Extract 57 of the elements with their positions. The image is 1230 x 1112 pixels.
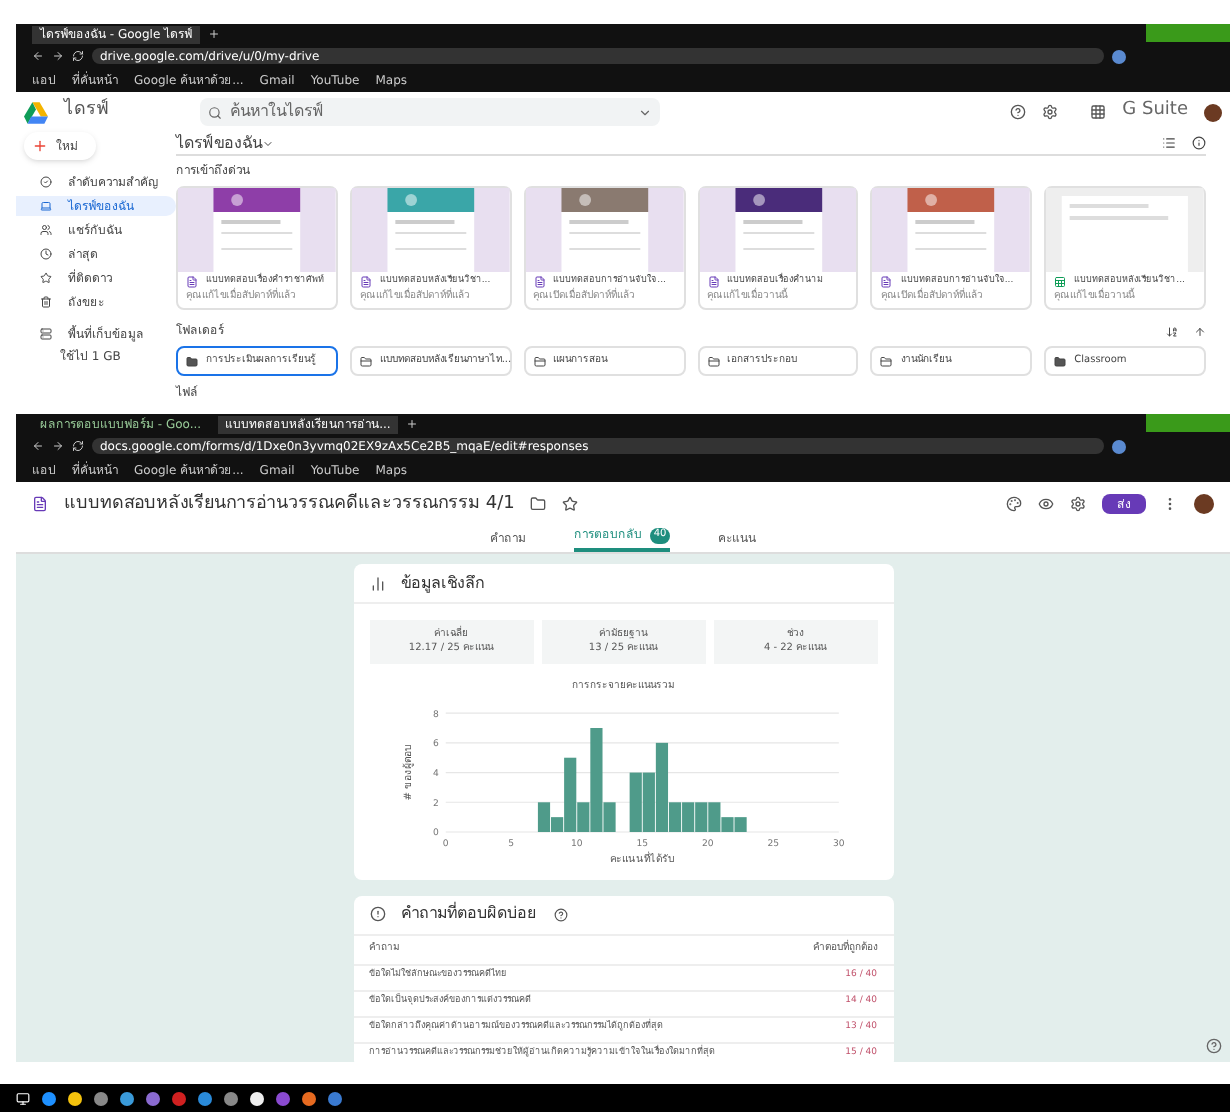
chart-icon <box>369 575 385 592</box>
form-icon <box>880 276 893 289</box>
new-tab-icon[interactable] <box>208 28 221 40</box>
star-icon[interactable] <box>562 496 579 513</box>
sidebar-icon <box>40 224 52 236</box>
settings-icon[interactable] <box>1042 104 1059 120</box>
back-icon[interactable] <box>32 50 44 62</box>
minimize-button[interactable] <box>1146 414 1174 433</box>
drive-logo-icon <box>24 101 48 123</box>
folder-icon[interactable] <box>530 496 547 513</box>
form-icon <box>707 276 719 289</box>
info-icon[interactable] <box>1192 136 1206 150</box>
sidebar-icon <box>40 248 52 260</box>
form-icon <box>32 496 48 513</box>
form-icon <box>533 276 546 289</box>
back-icon[interactable] <box>32 440 44 453</box>
search-field[interactable]: ค้นหาในไดรฟ์ <box>200 98 660 126</box>
sidebar-icon <box>40 176 52 188</box>
caret-icon[interactable] <box>638 105 652 119</box>
help-icon[interactable] <box>1010 104 1027 120</box>
close-button[interactable] <box>1202 414 1230 433</box>
card-title: ข้อมูลเชิงลึก <box>401 571 485 596</box>
help-icon[interactable] <box>1206 1038 1222 1055</box>
apps-icon[interactable] <box>1090 104 1107 120</box>
breadcrumb[interactable]: ไดรฟ์ของฉัน <box>176 131 262 155</box>
profile-icon[interactable] <box>1112 49 1126 63</box>
start-icon[interactable] <box>16 1091 30 1105</box>
list-view-icon[interactable] <box>1162 136 1176 150</box>
help-icon[interactable] <box>553 907 567 922</box>
sidebar-icon <box>40 200 52 212</box>
alert-icon <box>369 906 385 923</box>
brand-label: G Suite <box>1122 98 1188 125</box>
avatar[interactable] <box>1194 494 1214 515</box>
sheet-icon <box>1054 276 1067 289</box>
settings-icon[interactable] <box>1070 496 1086 513</box>
reload-icon[interactable] <box>72 440 84 453</box>
form-icon <box>359 276 372 289</box>
storage-icon <box>40 328 52 340</box>
preview-icon[interactable] <box>1038 496 1054 513</box>
form-icon <box>186 276 198 289</box>
card-title: คำถามที่ตอบผิดบ่อย <box>401 902 537 927</box>
new-tab-icon[interactable] <box>406 418 419 431</box>
reload-icon[interactable] <box>72 50 84 62</box>
avatar[interactable] <box>1204 103 1222 121</box>
form-title: แบบทดสอบหลังเรียนการอ่านวรรณคดีและวรรณกรรม 4/1 <box>64 491 515 517</box>
search-icon <box>208 105 222 119</box>
palette-icon[interactable] <box>1006 496 1022 513</box>
plus-icon <box>32 138 48 154</box>
forward-icon[interactable] <box>52 50 64 62</box>
app-name: ไดรฟ์ <box>64 98 110 125</box>
arrow-up-icon[interactable] <box>1194 325 1206 338</box>
profile-icon[interactable] <box>1112 439 1126 454</box>
sidebar-icon <box>40 272 52 284</box>
forward-icon[interactable] <box>52 440 64 453</box>
sidebar-icon <box>40 296 52 308</box>
caret-icon[interactable] <box>262 137 274 149</box>
sort-icon[interactable] <box>1166 325 1178 338</box>
